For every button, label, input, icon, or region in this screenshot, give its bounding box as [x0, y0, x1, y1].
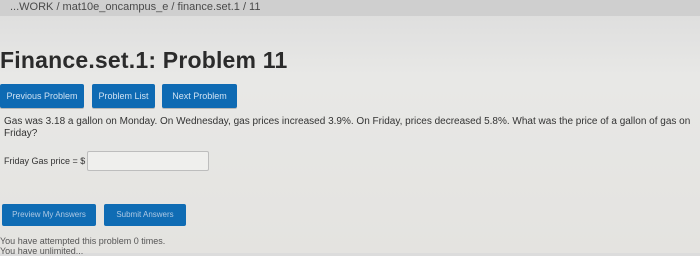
preview-answers-button[interactable]: Preview My Answers — [2, 204, 96, 226]
problem-text: Gas was 3.18 a gallon on Monday. On Wedn… — [4, 116, 691, 139]
unlimited-text: You have unlimited... — [0, 246, 84, 256]
next-problem-button[interactable]: Next Problem — [162, 84, 237, 108]
attempts-text: You have attempted this problem 0 times. — [0, 236, 166, 246]
answer-label: Friday Gas price = $ — [4, 156, 86, 166]
submit-answers-button[interactable]: Submit Answers — [104, 204, 186, 226]
problem-list-button[interactable]: Problem List — [92, 84, 155, 108]
answer-field[interactable] — [87, 151, 209, 171]
previous-problem-button[interactable]: Previous Problem — [0, 84, 84, 108]
page-title: Finance.set.1: Problem 11 — [0, 47, 288, 73]
breadcrumb: ...WORK / mat10e_oncampus_e / finance.se… — [0, 0, 700, 16]
